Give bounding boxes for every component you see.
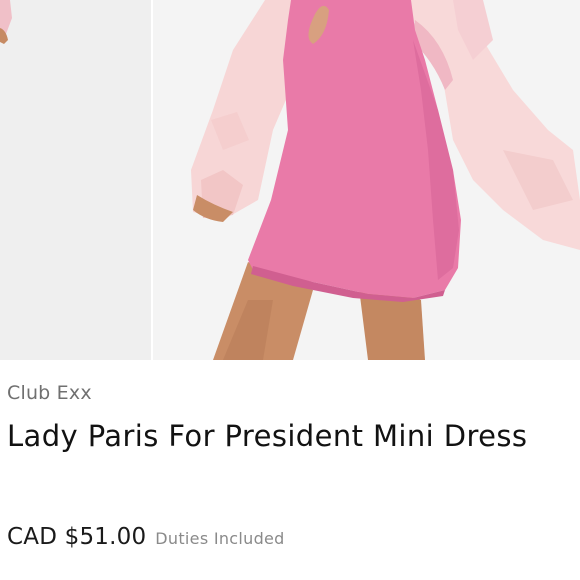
product-title: Lady Paris For President Mini Dress [7,419,528,453]
product-photo-image [153,0,580,360]
brand-name[interactable]: Club Exx [7,382,92,404]
product-thumbnail[interactable] [0,0,151,360]
product-info: Club Exx Lady Paris For President Mini D… [0,360,580,580]
price-row: CAD $51.00 Duties Included [7,524,285,550]
product-image-gallery[interactable] [0,0,580,360]
product-price: CAD $51.00 [7,524,147,550]
duties-note: Duties Included [155,529,285,548]
thumbnail-image [0,0,151,360]
product-main-photo[interactable] [153,0,580,360]
